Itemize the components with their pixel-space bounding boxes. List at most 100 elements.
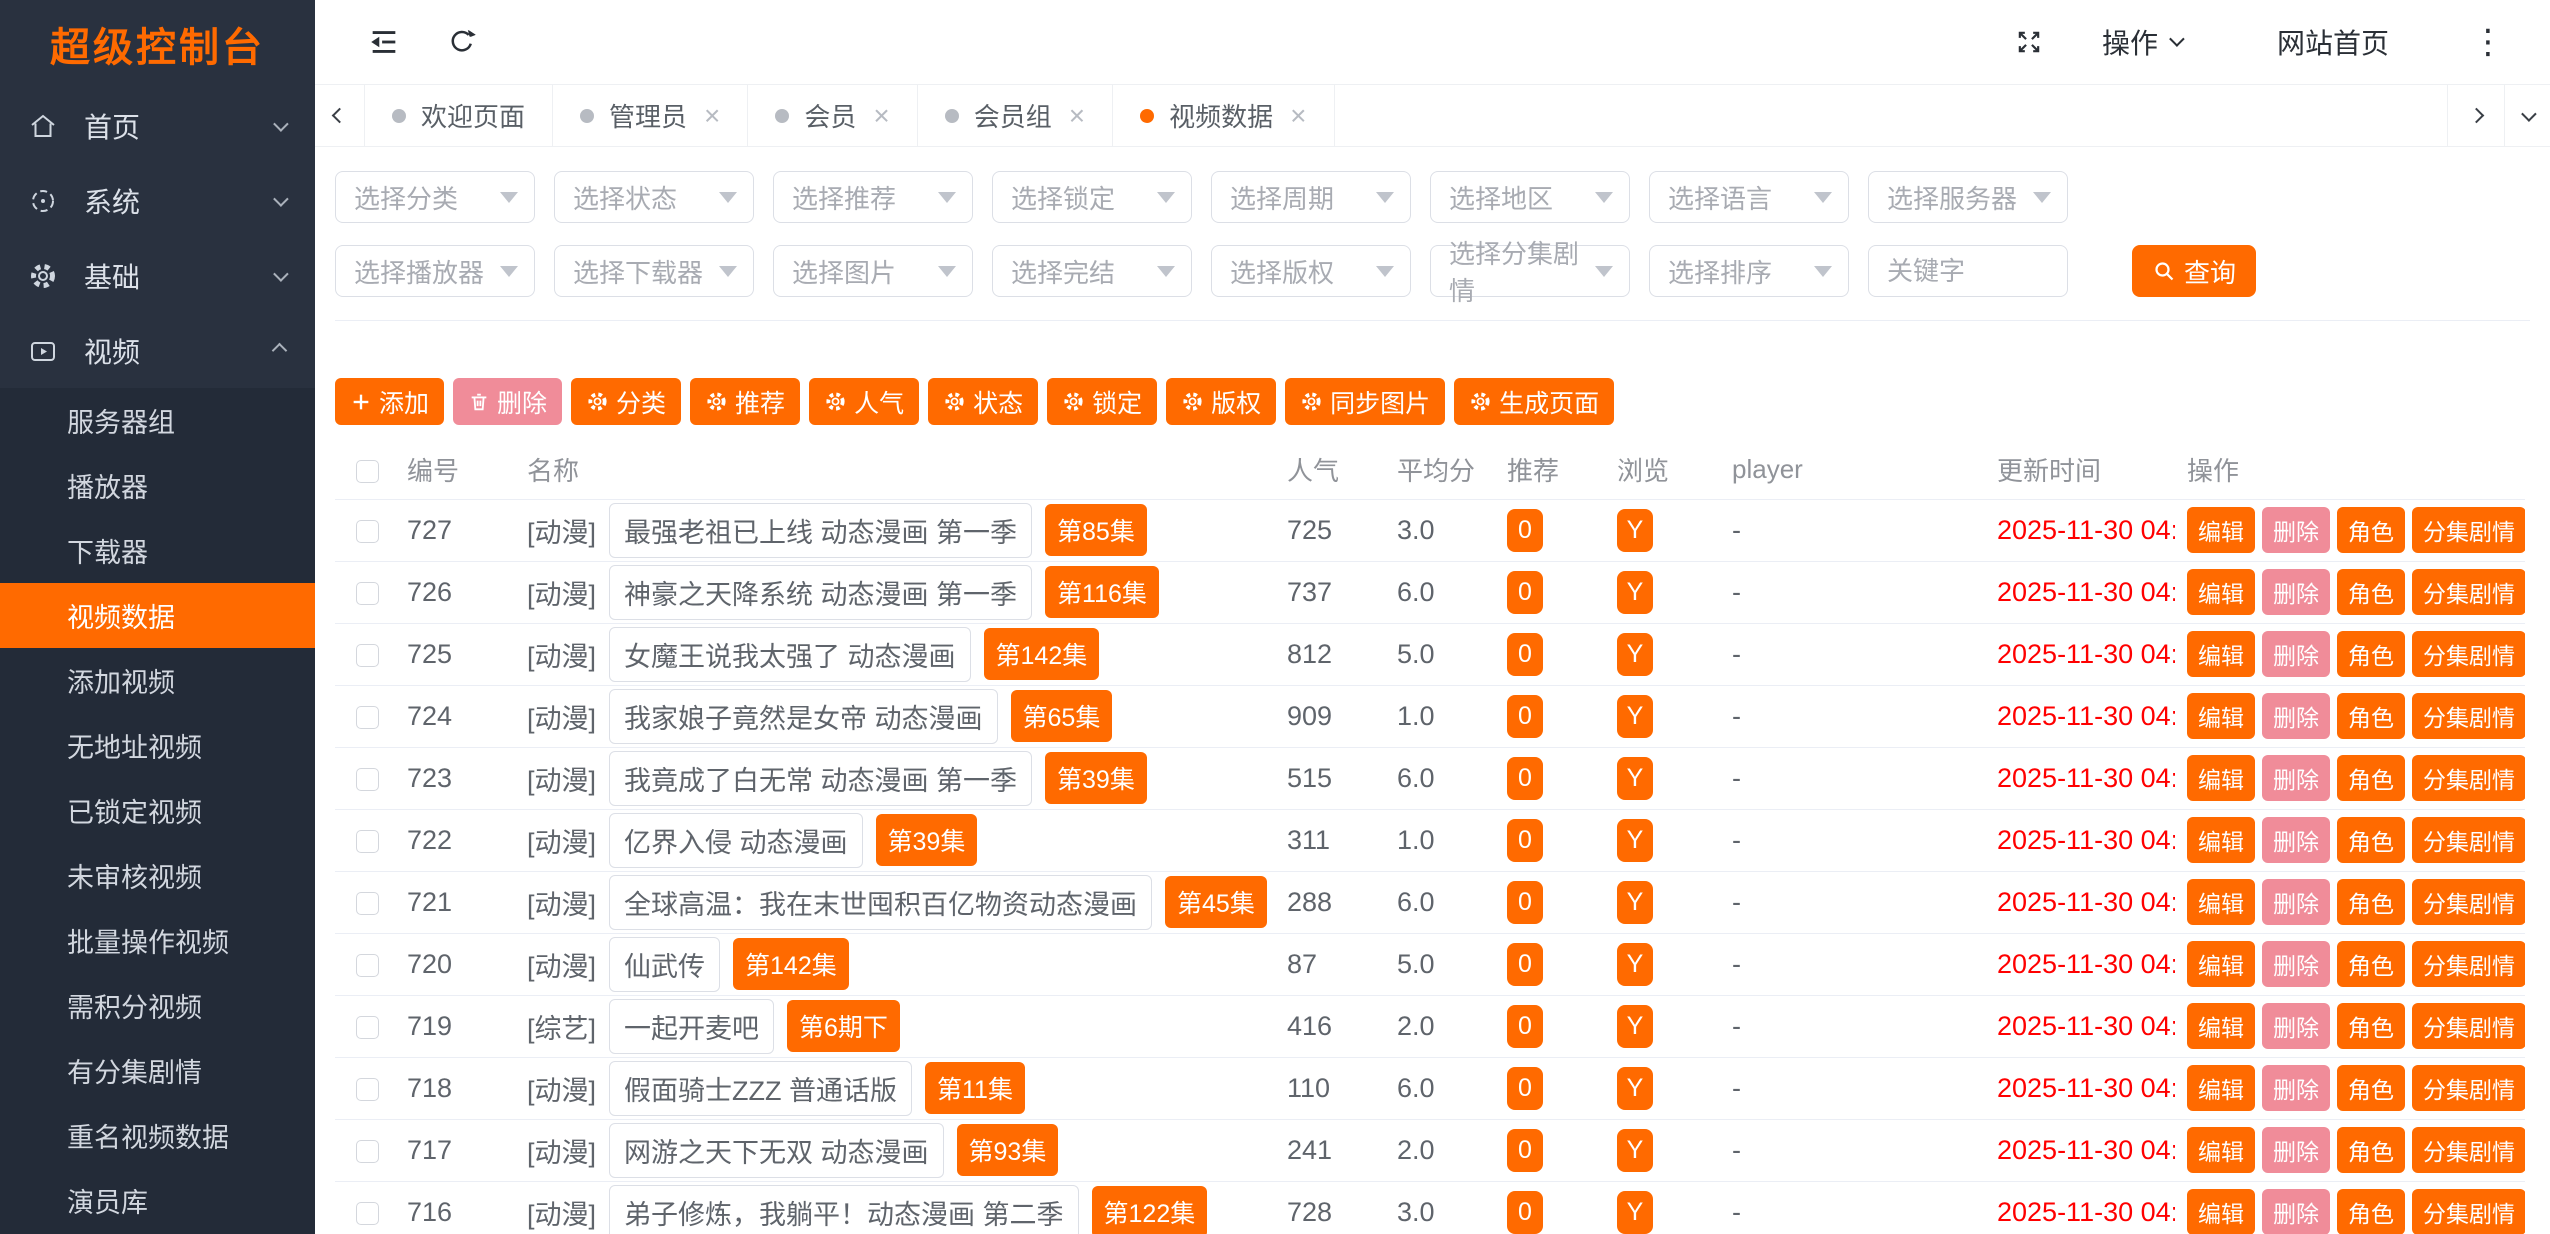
edit-button[interactable]: 编辑 [2187,817,2255,863]
role-button[interactable]: 角色 [2337,1003,2405,1049]
filter-select[interactable]: 选择语言 [1649,171,1849,223]
episode-plot-button[interactable]: 分集剧情 [2412,879,2525,925]
close-icon[interactable]: × [704,100,720,132]
toolbar-button[interactable]: 生成页面 [1454,378,1614,425]
sidebar-item-video[interactable]: 视频 [0,313,315,388]
episode-plot-button[interactable]: 分集剧情 [2412,941,2525,987]
filter-select[interactable]: 选择图片 [773,245,973,297]
delete-button[interactable]: 删除 [2262,817,2330,863]
video-title[interactable]: 一起开麦吧 [609,999,774,1054]
video-title[interactable]: 我家娘子竟然是女帝 动态漫画 [609,689,998,744]
filter-select[interactable]: 选择分集剧情 [1430,245,1630,297]
tab[interactable]: 会员 × [748,85,917,146]
role-button[interactable]: 角色 [2337,1189,2405,1234]
filter-select[interactable]: 选择服务器 [1868,171,2068,223]
recommend-badge[interactable]: 0 [1507,509,1543,552]
delete-button[interactable]: 删除 [2262,1189,2330,1234]
filter-select[interactable]: 选择推荐 [773,171,973,223]
row-checkbox[interactable] [356,768,379,791]
sidebar-subitem[interactable]: 视频数据 [0,583,315,648]
episode-plot-button[interactable]: 分集剧情 [2412,1065,2525,1111]
filter-select[interactable]: 选择完结 [992,245,1192,297]
toolbar-button[interactable]: 同步图片 [1285,378,1445,425]
search-button[interactable]: 查询 [2132,245,2256,297]
views-badge[interactable]: Y [1617,1005,1653,1048]
toolbar-button[interactable]: 版权 [1166,378,1276,425]
row-checkbox[interactable] [356,1202,379,1225]
sidebar-subitem[interactable]: 重名视频数据 [0,1103,315,1168]
role-button[interactable]: 角色 [2337,569,2405,615]
filter-select[interactable]: 选择锁定 [992,171,1192,223]
toolbar-button[interactable]: 分类 [571,378,681,425]
sidebar-subitem[interactable]: 播放器 [0,453,315,518]
toolbar-button[interactable]: 锁定 [1047,378,1157,425]
recommend-badge[interactable]: 0 [1507,633,1543,676]
filter-select[interactable]: 选择版权 [1211,245,1411,297]
row-checkbox[interactable] [356,706,379,729]
row-checkbox[interactable] [356,582,379,605]
views-badge[interactable]: Y [1617,1129,1653,1172]
video-title[interactable]: 亿界入侵 动态漫画 [609,813,863,868]
delete-button[interactable]: 删除 [2262,879,2330,925]
row-checkbox[interactable] [356,830,379,853]
episode-plot-button[interactable]: 分集剧情 [2412,1003,2525,1049]
role-button[interactable]: 角色 [2337,941,2405,987]
delete-button[interactable]: 删除 [2262,693,2330,739]
sidebar-subitem[interactable]: 演员库 [0,1168,315,1233]
edit-button[interactable]: 编辑 [2187,1065,2255,1111]
episode-plot-button[interactable]: 分集剧情 [2412,1127,2525,1173]
episode-plot-button[interactable]: 分集剧情 [2412,693,2525,739]
delete-button[interactable]: 删除 [2262,569,2330,615]
edit-button[interactable]: 编辑 [2187,1003,2255,1049]
edit-button[interactable]: 编辑 [2187,507,2255,553]
row-checkbox[interactable] [356,1016,379,1039]
video-title[interactable]: 最强老祖已上线 动态漫画 第一季 [609,503,1032,558]
sidebar-subitem[interactable]: 已锁定视频 [0,778,315,843]
role-button[interactable]: 角色 [2337,1127,2405,1173]
views-badge[interactable]: Y [1617,943,1653,986]
views-badge[interactable]: Y [1617,571,1653,614]
kebab-menu-icon[interactable]: ⋮ [2471,25,2505,59]
row-checkbox[interactable] [356,954,379,977]
views-badge[interactable]: Y [1617,1067,1653,1110]
refresh-icon[interactable] [447,27,477,57]
tabs-scroll-left-button[interactable] [315,85,365,146]
delete-button[interactable]: 删除 [2262,1065,2330,1111]
video-title[interactable]: 弟子修炼，我躺平！动态漫画 第二季 [609,1185,1079,1234]
close-icon[interactable]: × [1069,100,1085,132]
sidebar-item-home[interactable]: 首页 [0,88,315,163]
episode-plot-button[interactable]: 分集剧情 [2412,1189,2525,1234]
tab[interactable]: 会员组 × [918,85,1113,146]
role-button[interactable]: 角色 [2337,693,2405,739]
delete-button[interactable]: 删除 [2262,1127,2330,1173]
filter-select[interactable]: 选择地区 [1430,171,1630,223]
video-title[interactable]: 假面骑士ZZZ 普通话版 [609,1061,912,1116]
toolbar-button[interactable]: 人气 [809,378,919,425]
tab[interactable]: 视频数据 × [1113,85,1334,146]
views-badge[interactable]: Y [1617,633,1653,676]
views-badge[interactable]: Y [1617,509,1653,552]
role-button[interactable]: 角色 [2337,1065,2405,1111]
row-checkbox[interactable] [356,520,379,543]
recommend-badge[interactable]: 0 [1507,1129,1543,1172]
delete-button[interactable]: 删除 [2262,507,2330,553]
tabs-menu-button[interactable] [2504,85,2550,146]
video-title[interactable]: 网游之天下无双 动态漫画 [609,1123,944,1178]
select-all-checkbox[interactable] [356,460,379,483]
recommend-badge[interactable]: 0 [1507,1191,1543,1234]
collapse-sidebar-icon[interactable] [367,25,401,59]
recommend-badge[interactable]: 0 [1507,1067,1543,1110]
filter-select[interactable]: 选择下载器 [554,245,754,297]
edit-button[interactable]: 编辑 [2187,693,2255,739]
site-home-link[interactable]: 网站首页 [2277,22,2389,62]
filter-select[interactable]: 选择周期 [1211,171,1411,223]
sidebar-subitem[interactable]: 服务器组 [0,388,315,453]
views-badge[interactable]: Y [1617,695,1653,738]
edit-button[interactable]: 编辑 [2187,941,2255,987]
views-badge[interactable]: Y [1617,1191,1653,1234]
toolbar-button[interactable]: 删除 [453,378,562,425]
edit-button[interactable]: 编辑 [2187,569,2255,615]
episode-plot-button[interactable]: 分集剧情 [2412,507,2525,553]
row-checkbox[interactable] [356,892,379,915]
close-icon[interactable]: × [873,100,889,132]
